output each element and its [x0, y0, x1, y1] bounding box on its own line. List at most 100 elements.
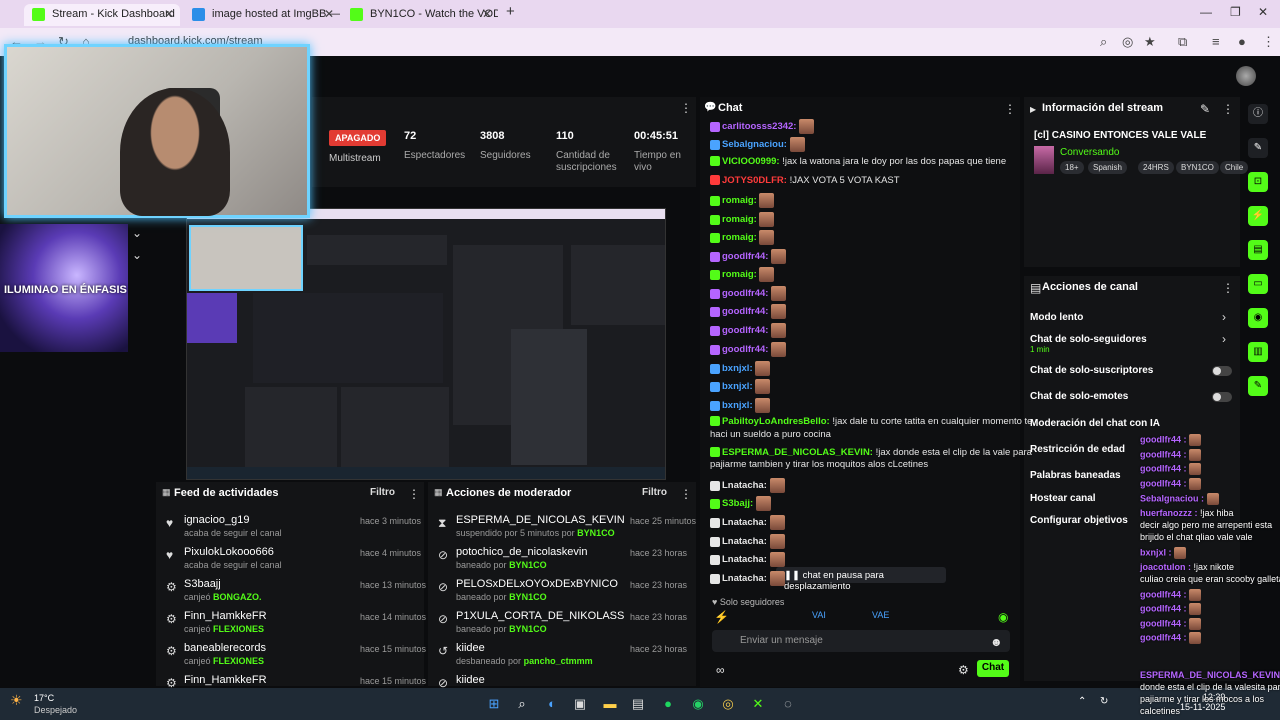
edit-icon[interactable]: ✎ — [1200, 102, 1210, 116]
eye-off-icon[interactable]: ◎ — [1122, 34, 1133, 50]
send-chat-button[interactable]: Chat — [977, 660, 1009, 677]
clipboard-icon[interactable]: ▤ — [1248, 240, 1268, 260]
moderator-name[interactable]: BYN1CO — [509, 624, 547, 634]
chat-username[interactable]: Lnatacha: — [722, 536, 767, 547]
avatar[interactable] — [1236, 66, 1256, 86]
chat-username[interactable]: romaig: — [722, 214, 757, 225]
folder-icon[interactable]: ▬ — [600, 694, 620, 714]
menu-icon[interactable]: ⋮ — [1262, 34, 1275, 50]
chat-username[interactable]: romaig: — [722, 195, 757, 206]
stream-preview[interactable] — [186, 208, 666, 480]
chevron-right-icon[interactable]: › — [1222, 310, 1226, 324]
crop-icon[interactable]: ⊡ — [1248, 172, 1268, 192]
chat-username[interactable]: Sebalgnaciou: — [722, 139, 787, 150]
chat-paused-banner[interactable]: ❚❚ chat en pausa para desplazamiento — [776, 567, 946, 592]
category-thumbnail[interactable] — [1034, 146, 1054, 174]
chevron-down-icon[interactable]: ⌄ — [132, 248, 142, 262]
search-icon[interactable]: ⌕ — [512, 694, 532, 714]
moderated-username[interactable]: P1XULA_CORTA_DE_NIKOLASS — [456, 610, 624, 622]
tab-byn1co-vod[interactable]: BYN1CO - Watch the VOD on K ✕ — [342, 4, 498, 26]
stream-tag[interactable]: Spanish — [1088, 161, 1127, 174]
chat-username[interactable]: goodlfr44: — [722, 288, 768, 299]
chat-username[interactable]: carlitoosss2342: — [722, 121, 796, 132]
chevron-right-icon[interactable]: › — [1222, 332, 1226, 346]
tab-imgbb[interactable]: image hosted at ImgBB — ImgB ✕ — [184, 4, 340, 26]
more-icon[interactable]: ⋮ — [1004, 102, 1016, 116]
chevron-up-icon[interactable]: ⌃ — [1078, 696, 1086, 707]
chat-username[interactable]: goodlfr44: — [722, 251, 768, 262]
chat-username[interactable]: Lnatacha: — [722, 480, 767, 491]
chat-input[interactable]: Enviar un mensaje — [712, 630, 1010, 652]
moderator-name[interactable]: BYN1CO — [577, 528, 615, 538]
chat-username[interactable]: goodlfr44: — [722, 325, 768, 336]
moderated-username[interactable]: PELOSxDELxOYOxDExBYNICO — [456, 578, 618, 590]
obs-icon[interactable]: ◌ — [778, 694, 798, 714]
activity-filter-button[interactable]: Filtro — [370, 487, 395, 498]
channel-action-item[interactable]: Moderación del chat con IA — [1030, 418, 1160, 429]
broadcast-icon[interactable]: ◉ — [1248, 308, 1268, 328]
moderation-filter-button[interactable]: Filtro — [642, 487, 667, 498]
close-icon[interactable]: ✕ — [482, 7, 492, 21]
chat-username[interactable]: S3bajj: — [722, 498, 753, 509]
more-icon[interactable]: ⋮ — [1222, 281, 1234, 295]
feed-username[interactable]: PixulokLokooo666 — [184, 546, 274, 558]
chat-username[interactable]: romaig: — [722, 269, 757, 280]
chevron-down-icon[interactable]: ⌄ — [132, 226, 142, 240]
more-icon[interactable]: ⋮ — [680, 101, 692, 115]
channel-action-item[interactable]: Palabras baneadas — [1030, 470, 1121, 481]
gear-icon[interactable]: ⚙ — [958, 663, 969, 677]
store-icon[interactable]: ▣ — [570, 694, 590, 714]
windows-start-icon[interactable]: ⊞ — [484, 694, 504, 714]
close-icon[interactable]: ✕ — [164, 7, 174, 21]
toggle-switch[interactable] — [1212, 392, 1232, 402]
emote-icon[interactable]: ⚡ — [714, 610, 729, 624]
chat-bubble-icon[interactable]: ▭ — [1248, 274, 1268, 294]
moderated-username[interactable]: potochico_de_nicolaskevin — [456, 546, 587, 558]
chat-username[interactable]: Lnatacha: — [722, 554, 767, 565]
emoji-icon[interactable]: ☻ — [990, 635, 1003, 649]
chat-username[interactable]: bxnjxl: — [722, 400, 753, 411]
edit-icon[interactable]: ✎ — [1248, 138, 1268, 158]
chat-username[interactable]: JOTYS0DLFR: — [722, 175, 787, 186]
multistream-label[interactable]: Multistream — [329, 153, 381, 164]
stream-tag[interactable]: 24HRS — [1138, 161, 1174, 174]
close-icon[interactable]: ✕ — [324, 7, 334, 21]
feed-username[interactable]: ignacioo_g19 — [184, 514, 249, 526]
channel-action-item[interactable]: Chat de solo-suscriptores — [1030, 365, 1153, 376]
chat-username[interactable]: goodlfr44: — [722, 306, 768, 317]
playlist-icon[interactable]: ≡ — [1212, 34, 1220, 49]
chat-username[interactable]: PabiltoyLoAndresBello: — [722, 416, 830, 427]
profile-icon[interactable]: ● — [1238, 34, 1246, 49]
chat-username[interactable]: Lnatacha: — [722, 517, 767, 528]
stream-tag[interactable]: BYN1CO — [1176, 161, 1219, 174]
emote-icon[interactable]: VAE — [872, 610, 889, 620]
chat-username[interactable]: bxnjxl: — [722, 381, 753, 392]
xbox-icon[interactable]: ✕ — [748, 694, 768, 714]
edge-icon[interactable]: ◐ — [542, 694, 562, 714]
feed-username[interactable]: Finn_HamkkeFR — [184, 674, 267, 686]
info-icon[interactable]: ⓘ — [1248, 104, 1268, 124]
stream-tag[interactable]: Chile — [1220, 161, 1249, 174]
channel-action-item[interactable]: Modo lento — [1030, 312, 1083, 323]
feed-username[interactable]: Finn_HamkkeFR — [184, 610, 267, 622]
star-icon[interactable]: ★ — [1144, 34, 1156, 50]
zoom-icon[interactable]: ⌕ — [1100, 34, 1107, 50]
chat-username[interactable]: bxnjxl: — [722, 363, 753, 374]
more-icon[interactable]: ⋮ — [680, 487, 692, 501]
chat-username[interactable]: Lnatacha: — [722, 573, 767, 584]
chat-username[interactable]: goodlfr44: — [722, 344, 768, 355]
chat-username[interactable]: ESPERMA_DE_NICOLAS_KEVIN: — [722, 447, 873, 458]
channel-action-item[interactable]: Configurar objetivos — [1030, 515, 1128, 526]
moderator-name[interactable]: pancho_ctmmm — [524, 656, 593, 666]
toggle-switch[interactable] — [1212, 366, 1232, 376]
layers-icon[interactable]: ▥ — [1248, 342, 1268, 362]
moderated-username[interactable]: kiidee — [456, 674, 485, 686]
more-icon[interactable]: ⋮ — [408, 487, 420, 501]
new-tab-button[interactable]: + — [506, 3, 515, 20]
network-icon[interactable]: ↻ — [1100, 696, 1108, 707]
emote-icon[interactable]: ◉ — [998, 610, 1008, 624]
channel-action-item[interactable]: Chat de solo-seguidores — [1030, 334, 1147, 345]
more-icon[interactable]: ⋮ — [1222, 102, 1234, 116]
chat-username[interactable]: romaig: — [722, 232, 757, 243]
chat-username[interactable]: VICIOO0999: — [722, 156, 780, 167]
